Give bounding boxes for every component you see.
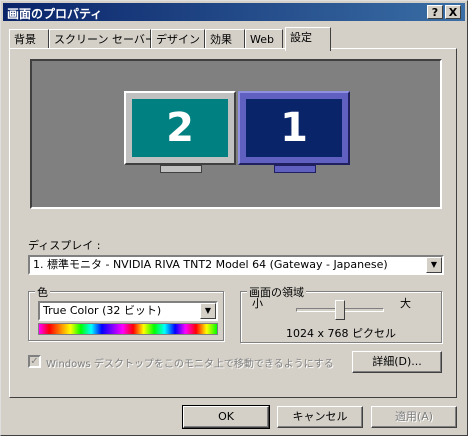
settings-panel: 2 1 ディスプレイ : 1. 標準モニタ - NVIDIA RIVA TNT2… <box>9 48 457 398</box>
monitor-1-screen: 1 <box>246 99 342 157</box>
resolution-min-label: 小 <box>252 297 263 310</box>
monitor-preview: 2 1 <box>30 59 442 209</box>
resolution-max-label: 大 <box>400 297 411 310</box>
advanced-button[interactable]: 詳細(D)... <box>352 351 442 373</box>
monitor-1[interactable]: 1 <box>238 91 350 165</box>
tab-web[interactable]: Web <box>245 29 283 49</box>
tab-screensaver[interactable]: スクリーン セーバー <box>49 29 156 49</box>
tab-appearance[interactable]: デザイン <box>151 29 205 49</box>
monitor-1-stand <box>274 165 316 173</box>
display-select[interactable]: 1. 標準モニタ - NVIDIA RIVA TNT2 Model 64 (Ga… <box>28 255 444 275</box>
apply-button[interactable]: 適用(A) <box>371 406 457 428</box>
window-title: 画面のプロパティ <box>7 7 103 21</box>
title-bar[interactable]: 画面のプロパティ ? X <box>3 3 465 21</box>
tab-background[interactable]: 背景 <box>9 29 49 49</box>
resolution-value: 1024 x 768 ピクセル <box>286 327 396 340</box>
cancel-button[interactable]: キャンセル <box>277 406 363 428</box>
close-button[interactable]: X <box>445 5 461 19</box>
color-group-title: 色 <box>35 284 50 300</box>
resolution-slider-thumb[interactable] <box>335 300 345 320</box>
tab-effects[interactable]: 効果 <box>205 29 245 49</box>
chevron-down-icon[interactable]: ▼ <box>426 257 442 273</box>
properties-window: 画面のプロパティ ? X 背景 スクリーン セーバー デザイン 効果 Web 設… <box>0 0 468 436</box>
display-select-value: 1. 標準モニタ - NVIDIA RIVA TNT2 Model 64 (Ga… <box>33 258 388 271</box>
extend-desktop-label: Windows デスクトップをこのモニタ上で移動できるようにする <box>46 359 334 370</box>
color-select[interactable]: True Color (32 ビット) ▼ <box>38 301 218 321</box>
color-spectrum-bar <box>38 323 218 335</box>
monitor-2[interactable]: 2 <box>124 91 236 165</box>
help-button[interactable]: ? <box>427 5 443 19</box>
extend-desktop-checkbox[interactable]: ✓ <box>28 355 41 368</box>
display-label: ディスプレイ : <box>28 239 101 252</box>
monitor-2-stand <box>160 165 202 173</box>
chevron-down-icon[interactable]: ▼ <box>200 303 216 319</box>
ok-button[interactable]: OK <box>182 405 270 429</box>
color-select-value: True Color (32 ビット) <box>43 304 162 317</box>
tab-settings[interactable]: 設定 <box>285 27 331 51</box>
monitor-2-screen: 2 <box>132 99 228 157</box>
